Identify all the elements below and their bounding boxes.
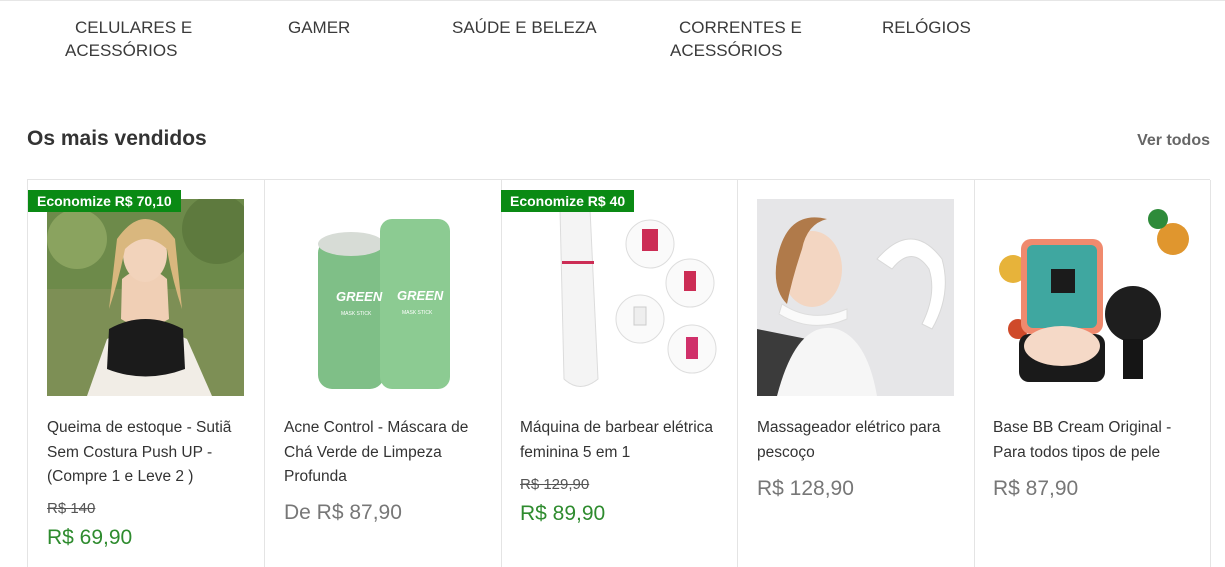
- price: R$ 87,90: [993, 477, 1079, 500]
- category-saude-beleza[interactable]: SAÚDE E BELEZA: [452, 16, 597, 39]
- category-label-line2: ACESSÓRIOS: [670, 41, 783, 60]
- category-gamer[interactable]: GAMER: [288, 16, 350, 39]
- old-price: R$ 140: [47, 500, 96, 517]
- product-image[interactable]: GREEN MASK STICK GREEN MASK STICK: [284, 199, 481, 396]
- product-label-right: GREEN: [397, 288, 444, 303]
- product-card[interactable]: Massageador elétrico para pescoço R$ 128…: [738, 180, 975, 567]
- category-label: CELULARES E: [75, 18, 193, 37]
- price: R$ 128,90: [757, 477, 854, 500]
- price: De R$ 87,90: [284, 501, 402, 524]
- product-card[interactable]: Economize R$ 40 Máquina de barbear elétr…: [501, 180, 738, 567]
- category-label-line2: ACESSÓRIOS: [65, 41, 178, 60]
- product-sublabel-right: MASK STICK: [402, 310, 433, 316]
- product-image[interactable]: [757, 199, 954, 396]
- category-label: SAÚDE E BELEZA: [452, 18, 597, 37]
- product-label-left: GREEN: [336, 289, 383, 304]
- product-title[interactable]: Máquina de barbear elétrica feminina 5 e…: [520, 416, 720, 465]
- product-image[interactable]: [520, 199, 717, 396]
- product-card[interactable]: Economize R$ 70,10 Queima de estoque - S…: [28, 180, 265, 567]
- category-label: RELÓGIOS: [882, 18, 971, 37]
- category-celulares[interactable]: CELULARES E ACESSÓRIOS: [65, 16, 192, 62]
- product-grid: Economize R$ 70,10 Queima de estoque - S…: [27, 179, 1211, 567]
- product-card[interactable]: GREEN MASK STICK GREEN MASK STICK Acne C…: [265, 180, 502, 567]
- product-image[interactable]: [993, 199, 1190, 396]
- old-price: R$ 129,90: [520, 476, 590, 493]
- product-image[interactable]: [47, 199, 244, 396]
- discount-badge: Economize R$ 40: [501, 190, 635, 212]
- discount-badge: Economize R$ 70,10: [28, 190, 181, 212]
- see-all-link[interactable]: Ver todos: [1137, 132, 1210, 150]
- category-nav: CELULARES E ACESSÓRIOS GAMER SAÚDE E BEL…: [0, 0, 1225, 70]
- category-correntes[interactable]: CORRENTES E ACESSÓRIOS: [670, 16, 802, 62]
- category-label: GAMER: [288, 18, 351, 37]
- product-title[interactable]: Queima de estoque - Sutiã Sem Costura Pu…: [47, 416, 247, 490]
- product-card[interactable]: Base BB Cream Original - Para todos tipo…: [974, 180, 1211, 567]
- section-title: Os mais vendidos: [27, 127, 207, 150]
- sale-price: R$ 69,90: [47, 526, 133, 549]
- sale-price: R$ 89,90: [520, 502, 606, 525]
- product-title[interactable]: Acne Control - Máscara de Chá Verde de L…: [284, 416, 484, 490]
- category-label: CORRENTES E: [679, 18, 802, 37]
- product-title[interactable]: Massageador elétrico para pescoço: [757, 416, 957, 465]
- category-relogios[interactable]: RELÓGIOS: [882, 16, 971, 39]
- product-sublabel-left: MASK STICK: [341, 311, 372, 317]
- product-title[interactable]: Base BB Cream Original - Para todos tipo…: [993, 416, 1193, 465]
